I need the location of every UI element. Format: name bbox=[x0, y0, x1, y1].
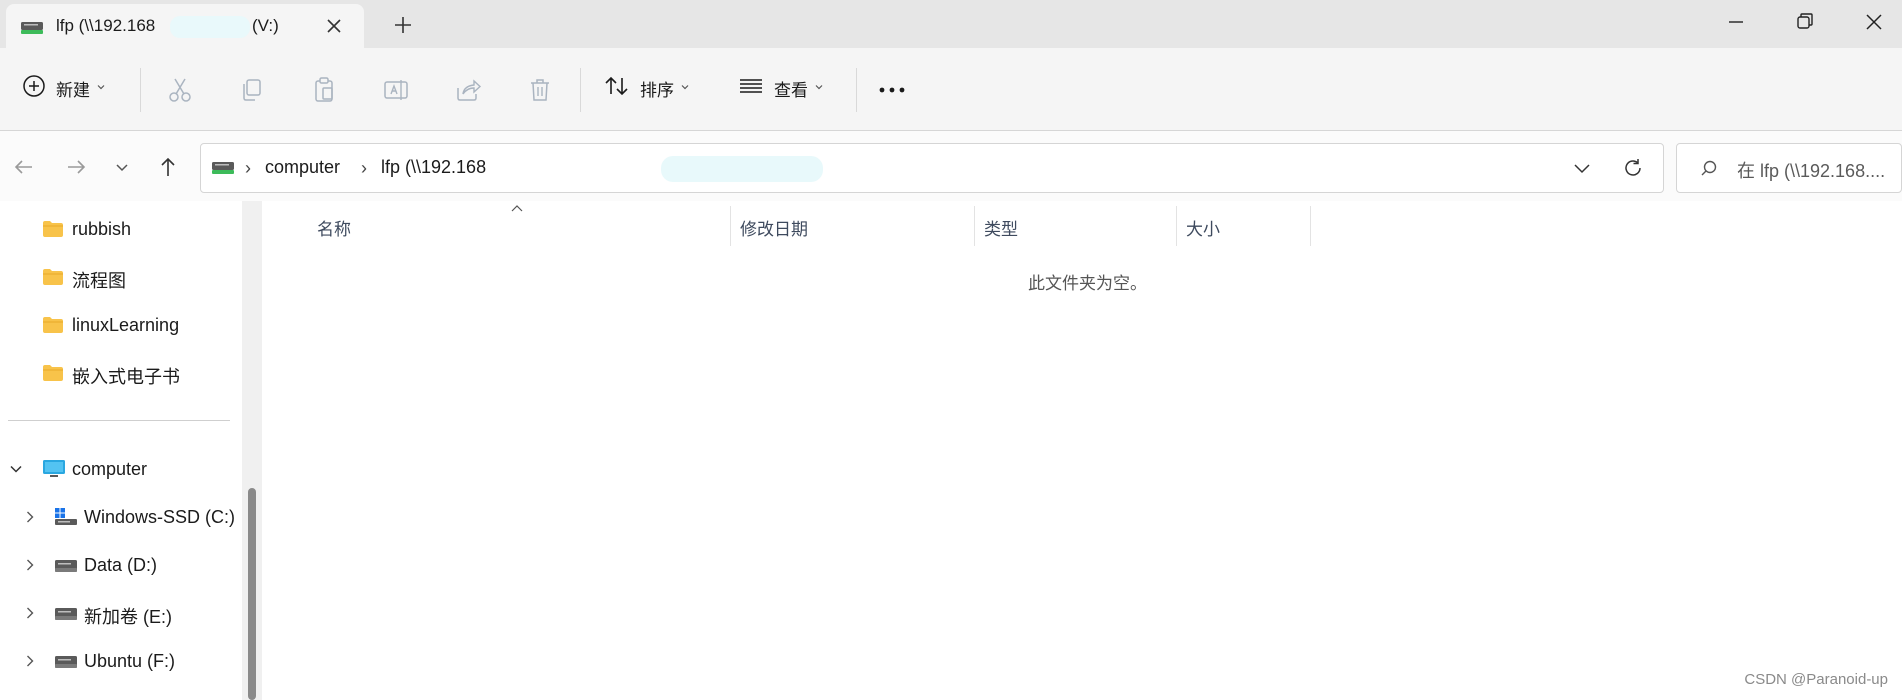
chevron-down-icon bbox=[680, 79, 690, 97]
network-drive-icon bbox=[211, 160, 235, 181]
search-box[interactable]: 在 lfp (\\192.168.... bbox=[1676, 143, 1902, 193]
delete-icon[interactable] bbox=[524, 74, 556, 106]
chevron-right-icon[interactable] bbox=[22, 509, 38, 530]
sidebar-item-embedded-ebooks[interactable]: 嵌入式电子书 bbox=[0, 353, 240, 393]
toolbar-divider bbox=[580, 68, 581, 112]
up-arrow-icon[interactable] bbox=[154, 153, 182, 181]
title-bar: lfp (\\192.168 (V:) bbox=[0, 0, 1902, 48]
sidebar-item-label: 新加卷 (E:) bbox=[84, 607, 172, 627]
sidebar-item-label: computer bbox=[72, 459, 148, 479]
sort-button[interactable]: 排序 bbox=[604, 68, 690, 108]
address-row: › computer › lfp (\\192.168 ) 在 lfp (\\1… bbox=[0, 131, 1902, 201]
sidebar-scrollbar-thumb[interactable] bbox=[248, 488, 256, 700]
recent-locations-chevron-icon[interactable] bbox=[108, 153, 136, 181]
copy-icon[interactable] bbox=[236, 74, 268, 106]
tab-current[interactable]: lfp (\\192.168 (V:) bbox=[6, 4, 364, 48]
close-window-icon[interactable] bbox=[1854, 6, 1894, 40]
add-circle-icon bbox=[22, 74, 46, 103]
paste-icon[interactable] bbox=[308, 74, 340, 106]
address-bar[interactable]: › computer › lfp (\\192.168 ) bbox=[200, 143, 1664, 193]
new-label: 新建 bbox=[56, 80, 90, 100]
tab-title: lfp (\\192.168 bbox=[56, 16, 156, 35]
network-drive-icon bbox=[20, 20, 44, 41]
sidebar-item-flowchart[interactable]: 流程图 bbox=[0, 257, 240, 297]
new-tab-plus-icon[interactable] bbox=[390, 12, 416, 38]
sort-ascending-caret-icon bbox=[510, 201, 524, 219]
view-button[interactable]: 查看 bbox=[738, 68, 824, 108]
column-divider[interactable] bbox=[1310, 206, 1311, 246]
sidebar-item-drive-c[interactable]: Windows-SSD (C:) bbox=[0, 497, 240, 537]
breadcrumb-computer[interactable]: computer bbox=[265, 157, 340, 178]
column-divider[interactable] bbox=[1176, 206, 1177, 246]
folder-icon bbox=[42, 268, 64, 291]
command-bar: 新建 排序 查看 bbox=[0, 48, 1902, 131]
windows-drive-icon bbox=[54, 507, 78, 532]
more-options-icon[interactable] bbox=[876, 74, 908, 106]
sidebar-item-label: rubbish bbox=[72, 219, 132, 239]
sidebar-item-label: Data (D:) bbox=[84, 555, 158, 575]
sidebar-divider bbox=[8, 420, 230, 421]
address-history-chevron-icon[interactable] bbox=[1571, 157, 1593, 184]
chevron-down-icon bbox=[96, 79, 106, 97]
column-header-modified[interactable]: 修改日期 bbox=[740, 215, 808, 240]
search-placeholder: 在 lfp (\\192.168.... bbox=[1737, 161, 1886, 181]
sidebar-item-label: linuxLearning bbox=[72, 315, 180, 335]
share-icon[interactable] bbox=[452, 74, 484, 106]
sidebar-scrollbar[interactable] bbox=[242, 201, 262, 700]
breadcrumb-chevron-icon[interactable]: › bbox=[361, 158, 367, 179]
folder-icon bbox=[42, 316, 64, 339]
breadcrumb-current[interactable]: lfp (\\192.168 bbox=[381, 157, 486, 178]
toolbar-divider bbox=[140, 68, 141, 112]
restore-icon[interactable] bbox=[1784, 6, 1824, 40]
back-arrow-icon[interactable] bbox=[10, 153, 38, 181]
computer-monitor-icon bbox=[42, 459, 66, 484]
sidebar-item-linuxlearning[interactable]: linuxLearning bbox=[0, 305, 240, 345]
sort-arrows-icon bbox=[604, 74, 630, 103]
refresh-icon[interactable] bbox=[1621, 156, 1645, 185]
view-label: 查看 bbox=[774, 80, 808, 100]
tab-title-suffix: (V:) bbox=[252, 16, 279, 35]
chevron-right-icon[interactable] bbox=[22, 605, 38, 626]
column-header-name[interactable]: 名称 bbox=[317, 215, 351, 240]
sidebar-item-label: 嵌入式电子书 bbox=[72, 367, 180, 387]
tab-close-icon[interactable] bbox=[322, 14, 346, 38]
navigation-pane: rubbish 流程图 linuxLearning 嵌入式电子书 compute… bbox=[0, 201, 262, 700]
list-view-icon bbox=[738, 74, 764, 103]
drive-icon bbox=[54, 655, 78, 674]
breadcrumb-chevron-icon[interactable]: › bbox=[245, 158, 251, 179]
minimize-icon[interactable] bbox=[1716, 6, 1756, 40]
sidebar-item-label: Ubuntu (F:) bbox=[84, 651, 176, 671]
toolbar-divider bbox=[856, 68, 857, 112]
file-list-pane[interactable]: 名称 修改日期 类型 大小 此文件夹为空。 bbox=[264, 201, 1902, 700]
folder-icon bbox=[42, 220, 64, 243]
sidebar-item-rubbish[interactable]: rubbish bbox=[0, 209, 240, 249]
drive-icon bbox=[54, 559, 78, 578]
folder-icon bbox=[42, 364, 64, 387]
sidebar-item-label: Windows-SSD (C:) bbox=[84, 507, 236, 527]
drive-icon bbox=[54, 607, 78, 626]
forward-arrow-icon[interactable] bbox=[62, 153, 90, 181]
sidebar-item-label: 流程图 bbox=[72, 271, 126, 291]
redaction-blur bbox=[661, 156, 823, 182]
chevron-down-icon[interactable] bbox=[8, 461, 24, 482]
search-icon bbox=[1699, 159, 1719, 184]
new-button[interactable]: 新建 bbox=[22, 68, 106, 108]
chevron-right-icon[interactable] bbox=[22, 557, 38, 578]
cut-icon[interactable] bbox=[164, 74, 196, 106]
chevron-right-icon[interactable] bbox=[22, 653, 38, 674]
sidebar-item-drive-f[interactable]: Ubuntu (F:) bbox=[0, 641, 240, 681]
sidebar-item-drive-d[interactable]: Data (D:) bbox=[0, 545, 240, 585]
column-divider[interactable] bbox=[730, 206, 731, 246]
sidebar-item-computer[interactable]: computer bbox=[0, 449, 240, 489]
redaction-blur bbox=[170, 16, 250, 38]
column-divider[interactable] bbox=[974, 206, 975, 246]
column-header-type[interactable]: 类型 bbox=[984, 215, 1018, 240]
column-header-size[interactable]: 大小 bbox=[1186, 215, 1220, 240]
sidebar-item-drive-e[interactable]: 新加卷 (E:) bbox=[0, 593, 240, 633]
watermark: CSDN @Paranoid-up bbox=[1744, 671, 1888, 688]
chevron-down-icon bbox=[814, 79, 824, 97]
rename-icon[interactable] bbox=[380, 74, 412, 106]
empty-folder-message: 此文件夹为空。 bbox=[1028, 274, 1147, 293]
sort-label: 排序 bbox=[640, 80, 674, 100]
